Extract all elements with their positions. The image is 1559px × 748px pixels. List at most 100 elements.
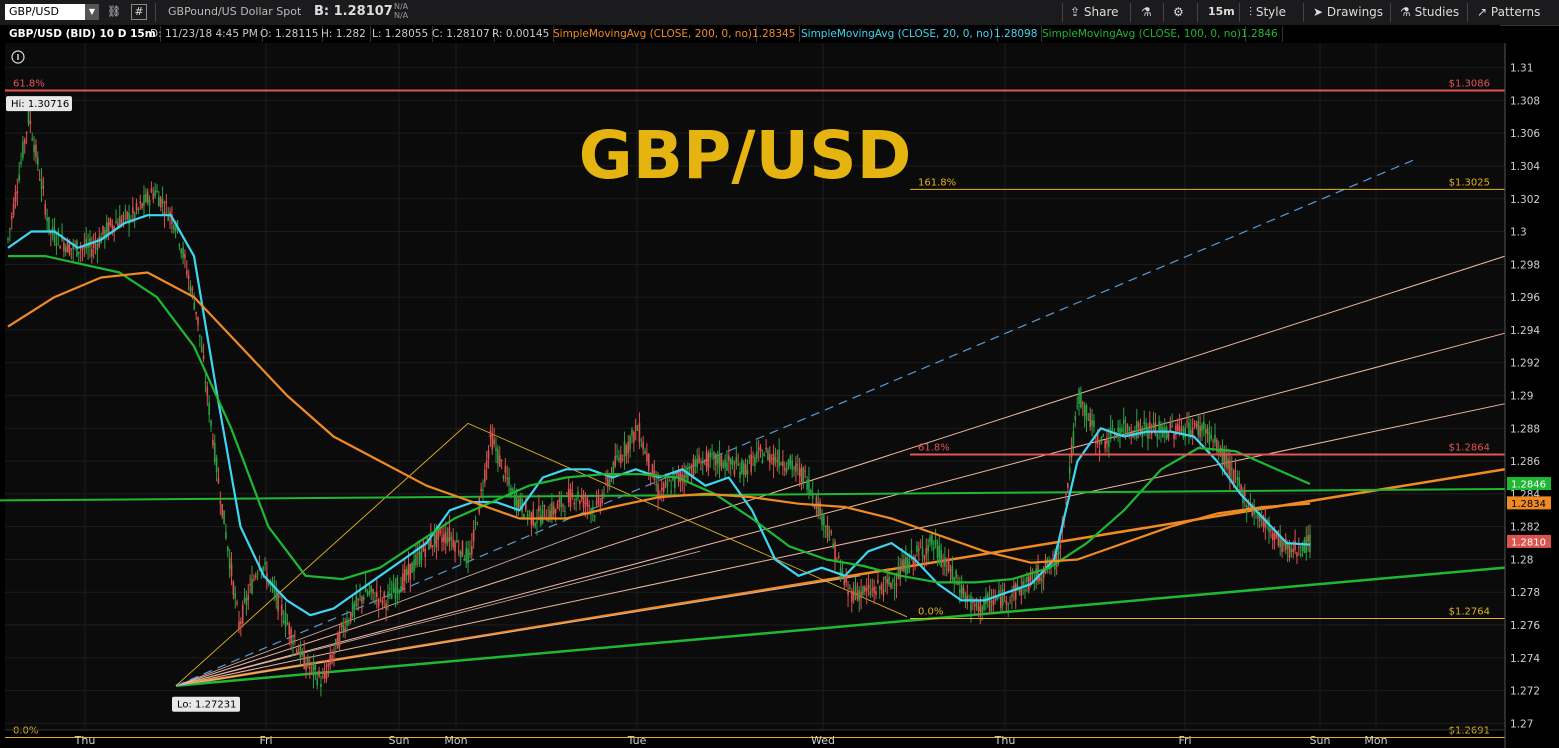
candle-body [1271, 532, 1274, 541]
candle-body [1059, 544, 1062, 549]
sma20-label[interactable]: SimpleMovingAvg (CLOSE, 20, 0, no) [797, 26, 999, 42]
candle-body [664, 480, 667, 482]
candle-body [763, 453, 766, 457]
candle-body [152, 193, 155, 200]
fib-price-label: $1.2691 [1449, 726, 1490, 737]
candle-body [191, 288, 194, 290]
candle-body [782, 461, 784, 467]
candle-body [1307, 535, 1309, 542]
candle-body [172, 224, 175, 230]
candle-body [262, 566, 264, 571]
candle-body [774, 457, 777, 462]
studies-button[interactable]: ⚗ Studies [1400, 4, 1459, 20]
candle-body [567, 489, 570, 503]
gear-icon[interactable]: ⚙ [1173, 4, 1184, 20]
y-tick-label: 1.298 [1510, 259, 1540, 271]
candle-body [765, 447, 767, 450]
candle-body [387, 591, 389, 599]
candle-body [452, 539, 454, 547]
candle-body [957, 583, 959, 585]
divider [1303, 3, 1304, 22]
candle-body [1113, 436, 1116, 439]
price-chart[interactable]: 61.8% $1.3086 161.8% $1.3025 61.8% $1.2864 0.0… [0, 43, 1559, 748]
candle-body [297, 651, 300, 655]
y-tick-label: 1.294 [1510, 325, 1540, 337]
candle-body [925, 547, 928, 556]
candle-body [379, 590, 382, 592]
candle-body [487, 451, 490, 459]
candles-icon: ⫶ [1249, 5, 1253, 19]
x-tick-label: Thu [994, 734, 1016, 747]
sma200-label[interactable]: SimpleMovingAvg (CLOSE, 200, 0, no) [549, 26, 757, 42]
candle-body [867, 584, 870, 590]
candle-body [981, 606, 983, 613]
candle-body [1005, 600, 1008, 605]
divider [1197, 3, 1198, 22]
candle-body [815, 496, 818, 510]
candle-body [1037, 565, 1039, 582]
y-tick-label: 1.286 [1510, 456, 1540, 468]
candle-body [1111, 425, 1114, 427]
timeframe-button[interactable]: 15m [1208, 4, 1235, 20]
chevron-down-icon[interactable]: ▼ [85, 4, 99, 20]
fib-price-label: $1.2864 [1449, 443, 1490, 454]
candle-body [1238, 477, 1241, 486]
candle-body [606, 477, 609, 487]
candle-body [70, 248, 73, 250]
candle-body [780, 463, 782, 465]
candle-body [238, 621, 240, 629]
candle-body [875, 591, 877, 595]
candle-body [281, 604, 283, 615]
candle-body [949, 569, 952, 571]
share-button[interactable]: ⇪ Share [1070, 4, 1119, 20]
candle-body [137, 208, 140, 210]
candle-body [543, 504, 546, 508]
candle-body [843, 575, 846, 585]
candle-body [1122, 419, 1125, 425]
candle-body [979, 600, 982, 613]
na-values: N/A N/A [394, 2, 408, 20]
style-button[interactable]: ⫶ Style [1249, 4, 1286, 20]
candle-body [988, 598, 991, 612]
candle-body [416, 552, 419, 555]
candle-body [642, 441, 644, 449]
y-tick-label: 1.308 [1510, 95, 1540, 107]
candle-body [1212, 441, 1214, 443]
candle-body [156, 190, 158, 193]
flask-icon[interactable]: ⚗ [1141, 4, 1152, 20]
candle-body [893, 587, 896, 589]
candle-body [1040, 578, 1043, 582]
patterns-button[interactable]: ↗ Patterns [1477, 4, 1540, 20]
candle-body [321, 676, 324, 678]
link-icon[interactable]: ⛓ [107, 4, 121, 20]
candle-body [206, 386, 209, 396]
candle-body [636, 429, 639, 431]
candle-body [308, 666, 311, 669]
candle-body [869, 591, 872, 595]
candle-body [996, 597, 998, 600]
sma100-label[interactable]: SimpleMovingAvg (CLOSE, 100, 0, no) [1038, 26, 1246, 42]
candle-body [226, 546, 229, 552]
fib-price-label: $1.3086 [1449, 79, 1490, 90]
candle-body [1199, 426, 1201, 437]
candle-body [59, 245, 61, 249]
candle-body [1024, 589, 1026, 592]
symbol-selector[interactable]: GBP/USD ▼ [5, 4, 99, 20]
candle-body [472, 529, 475, 542]
candle-body [919, 547, 922, 549]
candle-body [48, 216, 50, 231]
candle-body [491, 434, 494, 450]
candle-body [27, 110, 30, 124]
candle-body [256, 573, 259, 575]
candle-body [1186, 421, 1188, 423]
hash-icon[interactable]: # [131, 4, 147, 20]
candle-body [148, 199, 151, 206]
candle-body [398, 590, 400, 594]
divider [1390, 3, 1391, 22]
candle-body [370, 586, 373, 592]
candle-body [720, 455, 723, 466]
drawings-button[interactable]: ➤ Drawings [1313, 4, 1383, 20]
candle-body [545, 519, 548, 521]
candle-body [208, 402, 210, 416]
candle-body [1201, 424, 1203, 432]
